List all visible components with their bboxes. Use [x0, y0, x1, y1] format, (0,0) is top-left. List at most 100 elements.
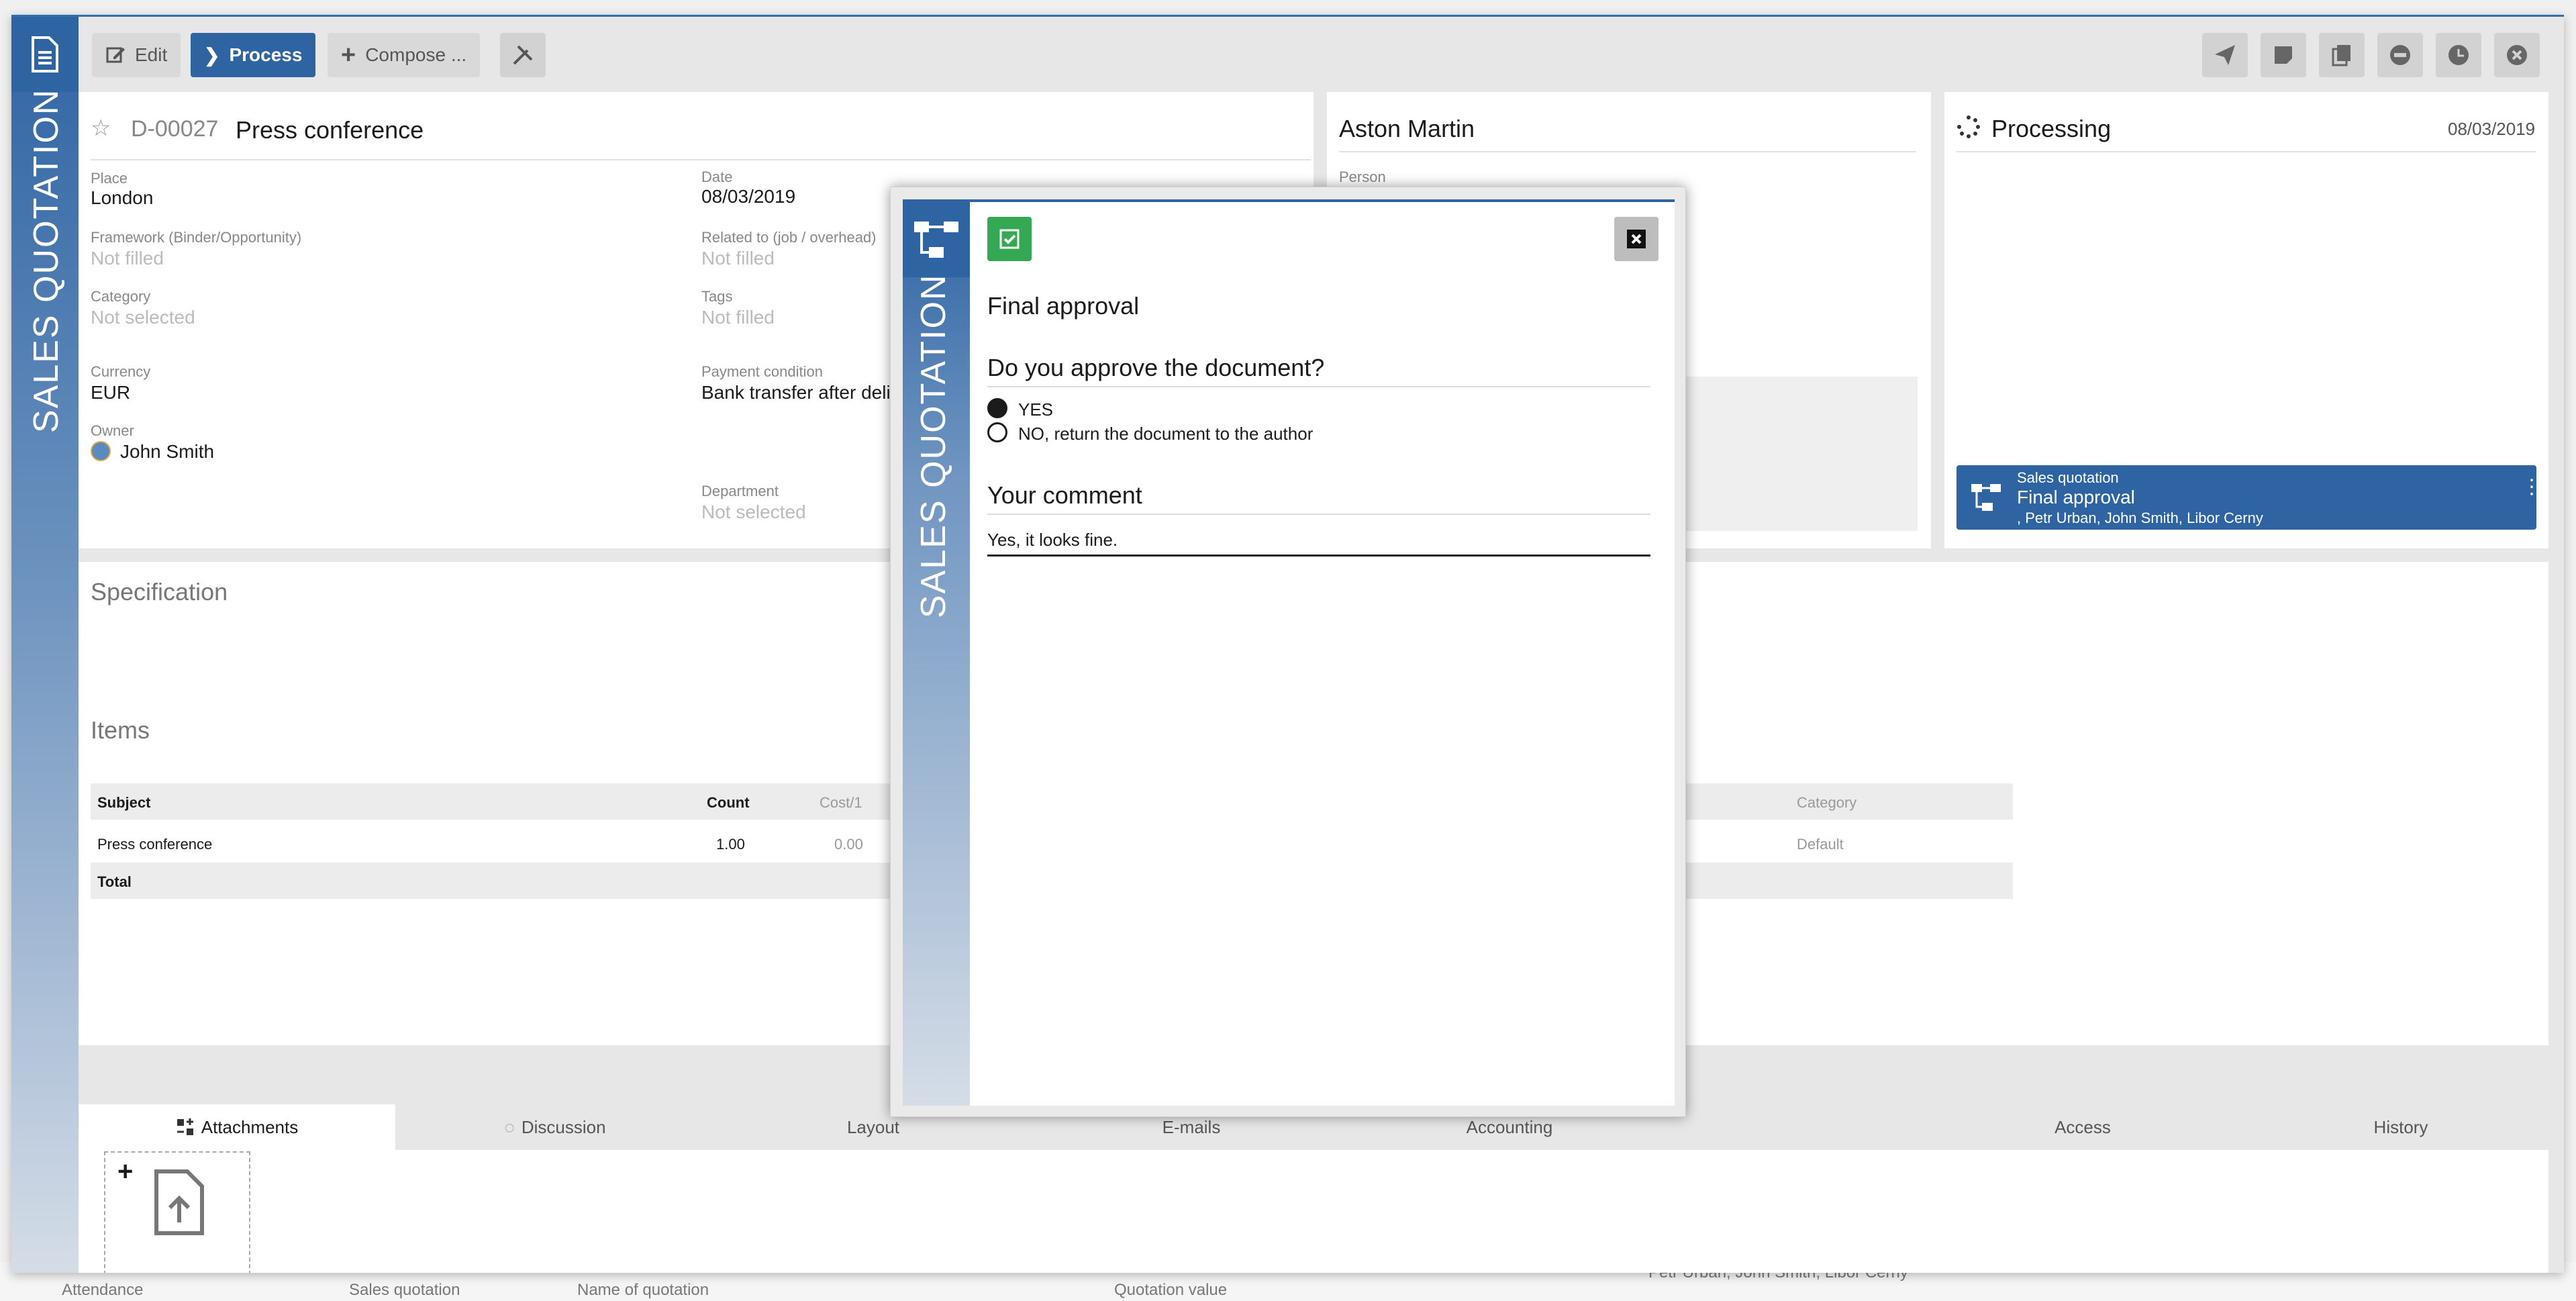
edit-button[interactable]: Edit [92, 33, 181, 77]
partner-name[interactable]: Aston Martin [1339, 115, 1475, 143]
currency-value[interactable]: EUR [91, 382, 130, 403]
payment-label: Payment condition [701, 363, 823, 380]
tools-icon [513, 45, 533, 65]
comment-label: Your comment [987, 481, 1142, 509]
place-label: Place [91, 170, 128, 187]
row-category: Default [1797, 836, 1844, 853]
related-value[interactable]: Not filled [701, 248, 775, 269]
framework-value[interactable]: Not filled [91, 248, 164, 269]
category-label: Category [91, 288, 151, 305]
tab-history[interactable]: History [2242, 1104, 2559, 1150]
header-divider [91, 159, 1311, 160]
note-button[interactable] [2261, 33, 2306, 77]
document-number: D-00027 [131, 116, 219, 142]
confirm-button[interactable] [987, 217, 1032, 261]
background-item: Sales quotation [349, 1281, 460, 1299]
close-icon [1627, 230, 1646, 248]
document-icon[interactable] [11, 17, 79, 92]
approval-dialog-body: SALES QUOTATION Final approval Do you ap… [903, 199, 1675, 1106]
more-vertical-icon[interactable]: ⋮ [2522, 477, 2542, 497]
clock-icon [2448, 45, 2469, 65]
status-date: 08/03/2019 [2448, 119, 2536, 139]
payment-value[interactable]: Bank transfer after deli [701, 382, 900, 403]
tags-value[interactable]: Not filled [701, 307, 775, 328]
send-button[interactable] [2202, 33, 2248, 77]
column-count[interactable]: Count [707, 794, 750, 812]
dialog-rail-title: SALES QUOTATION [914, 273, 953, 619]
place-value[interactable]: London [91, 187, 153, 209]
specification-title: Specification [91, 578, 228, 606]
row-cost: 0.00 [834, 836, 863, 853]
column-subject[interactable]: Subject [97, 794, 150, 812]
workflow-icon [1971, 484, 2001, 511]
workflow-icon [903, 202, 970, 277]
row-count: 1.00 [716, 836, 745, 853]
owner-value[interactable]: John Smith [120, 441, 214, 463]
column-cost[interactable]: Cost/1 [820, 794, 862, 812]
tab-label: Access [2054, 1116, 2111, 1137]
plus-icon: + [117, 1157, 134, 1186]
tab-label: History [2373, 1116, 2428, 1137]
radio-yes[interactable] [987, 398, 1007, 418]
tools-button[interactable] [500, 33, 546, 77]
close-circle-icon [2507, 45, 2527, 65]
partner-details-box [1683, 377, 1918, 531]
date-label: Date [701, 168, 733, 185]
history-button[interactable] [2436, 33, 2481, 77]
tab-access[interactable]: Access [1924, 1104, 2241, 1150]
tab-attachments[interactable]: Attachments [79, 1104, 395, 1150]
tags-label: Tags [701, 288, 733, 305]
eye-off-icon: ◌ [504, 1116, 515, 1137]
option-yes-label[interactable]: YES [1018, 399, 1053, 420]
compose-button[interactable]: + Compose ... [328, 33, 481, 77]
tab-label: Accounting [1466, 1116, 1553, 1137]
compose-button-label: Compose ... [365, 44, 467, 65]
close-button[interactable] [2494, 33, 2540, 77]
column-category[interactable]: Category [1797, 794, 1856, 812]
radio-no[interactable] [987, 422, 1007, 442]
copy-icon [2332, 45, 2350, 66]
related-label: Related to (job / overhead) [701, 229, 877, 246]
tab-label: Attachments [201, 1116, 299, 1137]
process-button[interactable]: ❯ Process [191, 33, 316, 77]
total-label: Total [97, 873, 132, 890]
note-icon [2275, 46, 2292, 64]
department-value[interactable]: Not selected [701, 501, 806, 523]
workflow-step: Final approval [2017, 487, 2135, 508]
minus-circle-icon [2390, 45, 2410, 65]
tab-discussion[interactable]: ◌ Discussion [397, 1104, 713, 1150]
file-upload-icon [154, 1169, 204, 1235]
category-value[interactable]: Not selected [91, 307, 195, 328]
tab-label: E-mails [1162, 1116, 1221, 1137]
copy-button[interactable] [2319, 33, 2365, 77]
close-dialog-button[interactable] [1614, 217, 1658, 261]
star-icon[interactable]: ☆ [91, 115, 111, 142]
cancel-document-button[interactable] [2377, 33, 2423, 77]
background-item: Name of quotation [577, 1281, 709, 1299]
currency-label: Currency [91, 363, 151, 380]
plus-icon: + [341, 40, 356, 69]
check-icon [999, 229, 1020, 249]
background-item: Quotation value [1114, 1281, 1228, 1299]
option-no-label[interactable]: NO, return the document to the author [1018, 424, 1313, 444]
workflow-kind: Sales quotation [2017, 469, 2119, 486]
items-title: Items [91, 716, 150, 744]
person-label: Person [1339, 168, 1386, 185]
status-divider [1956, 151, 2536, 152]
chevron-right-icon: ❯ [204, 44, 220, 66]
tab-label: Layout [846, 1116, 900, 1137]
workflow-people: , Petr Urban, John Smith, Libor Cerny [2017, 510, 2263, 526]
partner-divider [1339, 151, 1916, 152]
status-label: Processing [1991, 115, 2112, 142]
workflow-card[interactable]: Sales quotation Final approval , Petr Ur… [1956, 465, 2542, 530]
department-label: Department [701, 483, 779, 499]
rail-title: SALES QUOTATION [26, 89, 66, 434]
document-title: Press conference [236, 116, 424, 144]
process-button-label: Process [229, 44, 303, 65]
framework-label: Framework (Binder/Opportunity) [91, 229, 302, 246]
owner-label: Owner [91, 422, 134, 439]
date-value[interactable]: 08/03/2019 [701, 186, 795, 207]
upload-dropzone[interactable]: + [104, 1151, 250, 1273]
comment-input[interactable]: Yes, it looks fine. [987, 530, 1650, 557]
tab-label: Discussion [521, 1116, 606, 1137]
